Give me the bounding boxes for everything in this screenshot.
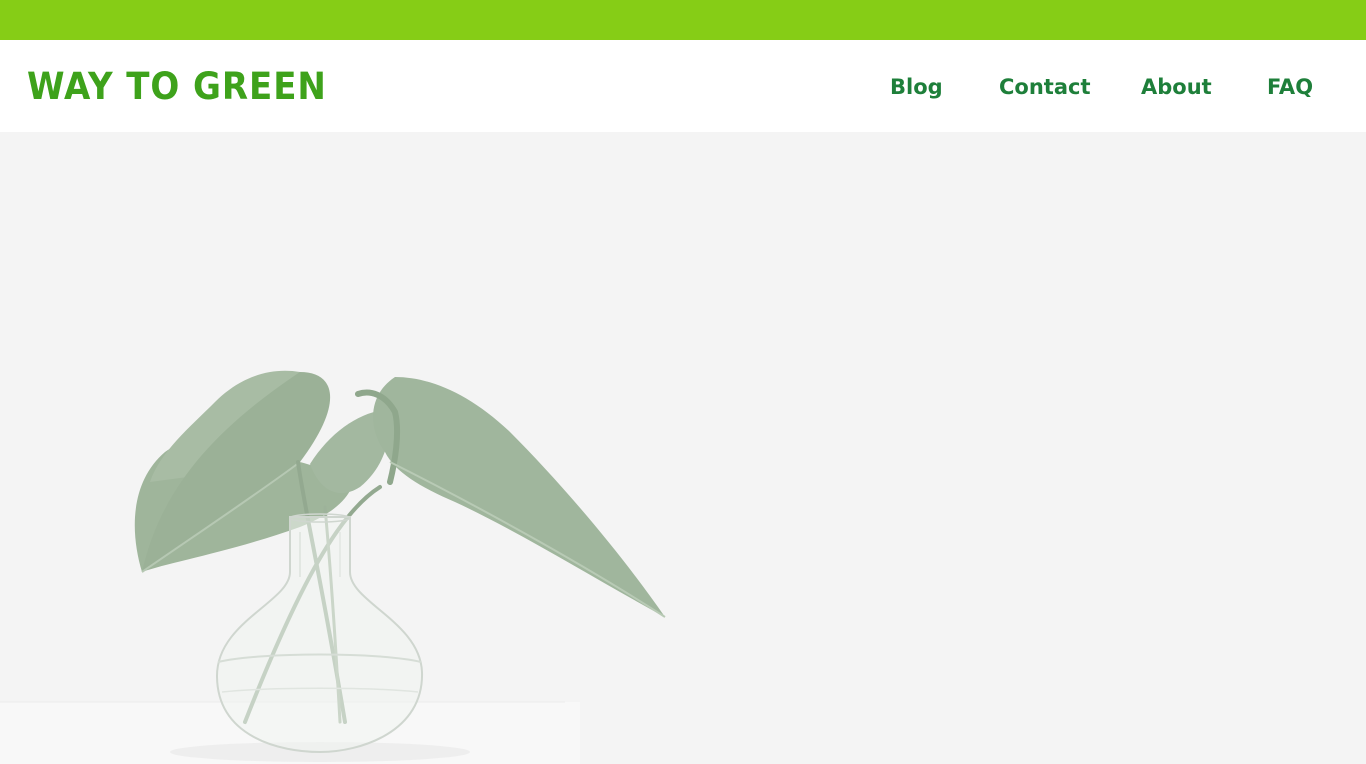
hero-banner — [0, 132, 1366, 764]
nav-link-about[interactable]: About — [1141, 73, 1212, 101]
top-accent-bar — [0, 0, 1366, 40]
plant-in-vase-image — [0, 370, 666, 764]
main-nav: Blog Contact About FAQ — [0, 40, 1366, 132]
nav-link-blog[interactable]: Blog — [890, 73, 943, 101]
site-header: WAY TO GREEN Blog Contact About FAQ — [0, 40, 1366, 132]
nav-link-faq[interactable]: FAQ — [1267, 73, 1313, 101]
nav-link-contact[interactable]: Contact — [999, 73, 1091, 101]
